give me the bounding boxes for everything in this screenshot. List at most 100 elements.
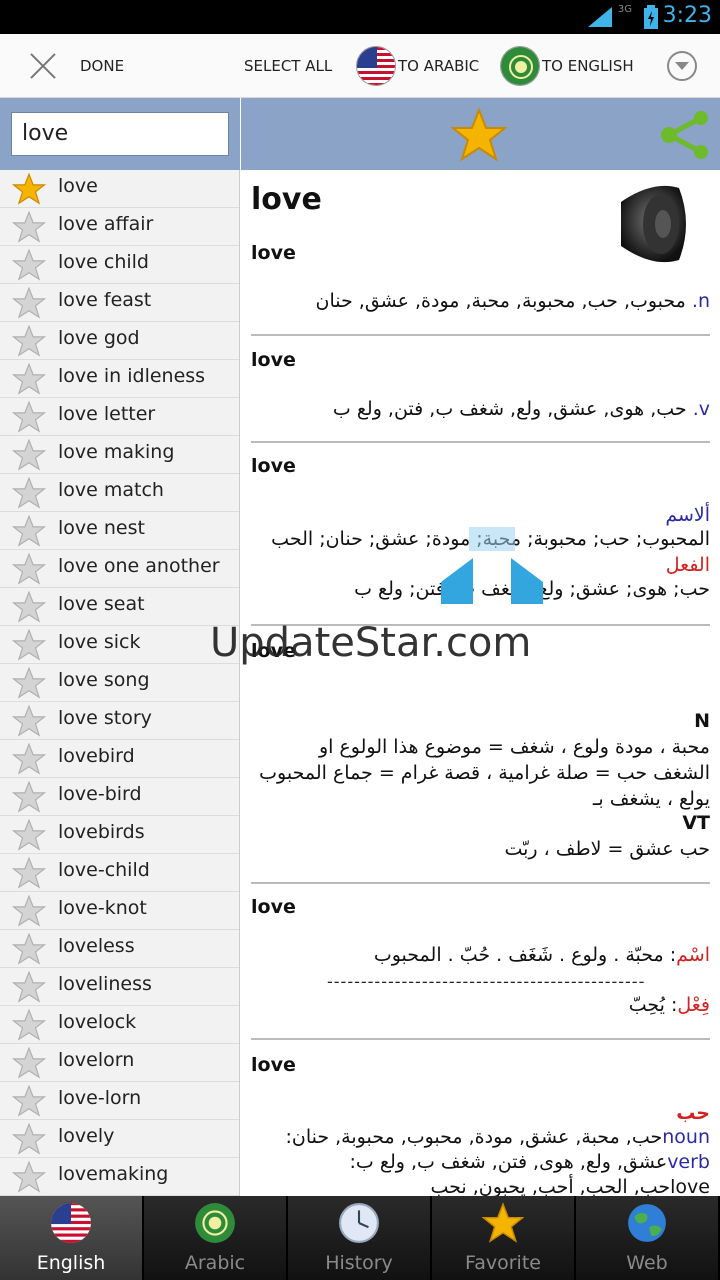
list-item[interactable]: love god bbox=[0, 322, 239, 360]
n-line: يولع ، يشغف بـ bbox=[592, 788, 710, 810]
pos-label: noun bbox=[662, 1126, 710, 1148]
list-item[interactable]: love making bbox=[0, 436, 239, 474]
star-icon[interactable] bbox=[12, 1009, 46, 1041]
n-line: الشغف حب = صلة غرامية ، قصة غرام = جماع … bbox=[259, 762, 710, 784]
definition-content: love love n. محبوب, حب, محبوبة, محبة, مو… bbox=[241, 170, 720, 1196]
list-item[interactable]: love story bbox=[0, 702, 239, 740]
love-text: حب, الحب, أحب, يحبون, نحب bbox=[430, 1176, 671, 1196]
star-icon[interactable] bbox=[12, 667, 46, 699]
tab-label: Arabic bbox=[184, 1252, 246, 1274]
list-item[interactable]: loveliness bbox=[0, 968, 239, 1006]
share-icon[interactable] bbox=[657, 110, 713, 160]
star-icon[interactable] bbox=[12, 477, 46, 509]
list-item[interactable]: love nest bbox=[0, 512, 239, 550]
star-icon[interactable] bbox=[12, 857, 46, 889]
clock: 3:23 bbox=[662, 3, 712, 28]
star-icon[interactable] bbox=[12, 895, 46, 927]
star-icon[interactable] bbox=[12, 591, 46, 623]
select-all-button[interactable]: SELECT ALL bbox=[244, 34, 332, 98]
star-icon[interactable] bbox=[12, 781, 46, 813]
tab-web[interactable]: Web bbox=[576, 1196, 720, 1280]
tab-label: History bbox=[325, 1252, 393, 1274]
list-item[interactable]: love song bbox=[0, 664, 239, 702]
star-icon[interactable] bbox=[12, 1161, 46, 1193]
list-item[interactable]: lovelorn bbox=[0, 1044, 239, 1082]
to-english-label: TO ENGLISH bbox=[542, 57, 634, 75]
star-icon[interactable] bbox=[12, 515, 46, 547]
us-flag-icon bbox=[356, 46, 396, 86]
tab-label: Favorite bbox=[465, 1252, 541, 1274]
tab-arabic[interactable]: Arabic bbox=[144, 1196, 288, 1280]
list-item[interactable]: love bbox=[0, 170, 239, 208]
star-icon[interactable] bbox=[12, 439, 46, 471]
star-icon[interactable] bbox=[12, 325, 46, 357]
list-item[interactable]: lovelock bbox=[0, 1006, 239, 1044]
star-icon[interactable] bbox=[12, 705, 46, 737]
star-icon[interactable] bbox=[12, 933, 46, 965]
to-arabic-button[interactable]: TO ARABIC bbox=[356, 34, 479, 98]
list-item[interactable]: love-child bbox=[0, 854, 239, 892]
star-icon[interactable] bbox=[12, 629, 46, 661]
star-icon[interactable] bbox=[12, 401, 46, 433]
tab-favorite[interactable]: Favorite bbox=[432, 1196, 576, 1280]
star-icon[interactable] bbox=[12, 1085, 46, 1117]
list-item[interactable]: love-lorn bbox=[0, 1082, 239, 1120]
list-item-label: lovelock bbox=[58, 1011, 137, 1033]
text-selection-highlight bbox=[469, 527, 515, 551]
star-icon[interactable] bbox=[12, 1123, 46, 1155]
star-icon[interactable] bbox=[12, 173, 46, 205]
translation-text: حب, هوى, عشق, ولع, شغف ب, فتن, ولع ب bbox=[332, 398, 687, 420]
list-item[interactable]: love-knot bbox=[0, 892, 239, 930]
list-item[interactable]: love letter bbox=[0, 398, 239, 436]
selection-handle-left[interactable] bbox=[437, 558, 473, 604]
verb-label: فِعْل bbox=[677, 994, 710, 1016]
to-english-button[interactable]: TO ENGLISH bbox=[500, 34, 634, 98]
action-bar: DONE SELECT ALL TO ARABIC TO ENGLISH bbox=[0, 34, 720, 98]
globe-icon bbox=[626, 1202, 668, 1244]
list-item[interactable]: love feast bbox=[0, 284, 239, 322]
list-item-label: love child bbox=[58, 251, 149, 273]
search-input[interactable]: love bbox=[11, 112, 229, 156]
list-item[interactable]: love match bbox=[0, 474, 239, 512]
star-icon[interactable] bbox=[12, 287, 46, 319]
list-item[interactable]: love in idleness bbox=[0, 360, 239, 398]
list-item[interactable]: love child bbox=[0, 246, 239, 284]
vt-label: VT bbox=[682, 812, 710, 834]
list-item[interactable]: love-bird bbox=[0, 778, 239, 816]
star-icon[interactable] bbox=[12, 553, 46, 585]
list-item-label: love-bird bbox=[58, 783, 142, 805]
list-item[interactable]: lovebirds bbox=[0, 816, 239, 854]
list-item[interactable]: loveless bbox=[0, 930, 239, 968]
speaker-icon[interactable] bbox=[613, 180, 693, 268]
star-icon[interactable] bbox=[12, 211, 46, 243]
list-item[interactable]: lovebird bbox=[0, 740, 239, 778]
star-icon[interactable] bbox=[12, 819, 46, 851]
star-icon[interactable] bbox=[12, 971, 46, 1003]
noun-line: اسْم: محبّة . ولوع . شَغَف . حُبّ . المح… bbox=[374, 944, 710, 966]
list-item-label: lovemaking bbox=[58, 1163, 169, 1185]
star-icon[interactable] bbox=[12, 743, 46, 775]
star-icon[interactable] bbox=[12, 1047, 46, 1079]
favorite-star-icon[interactable] bbox=[451, 108, 507, 162]
verb-label: الفعل bbox=[665, 554, 710, 576]
list-item[interactable]: love one another bbox=[0, 550, 239, 588]
entry-word: love bbox=[251, 455, 296, 477]
list-item-label: lovebirds bbox=[58, 821, 145, 843]
selection-handle-right[interactable] bbox=[511, 558, 547, 604]
search-panel: love bbox=[0, 98, 240, 170]
translation-text: محبوب, حب, محبوبة, محبة, مودة, عشق, حنان bbox=[315, 290, 686, 312]
tab-english[interactable]: English bbox=[0, 1196, 144, 1280]
done-button[interactable]: DONE bbox=[28, 34, 124, 98]
tab-history[interactable]: History bbox=[288, 1196, 432, 1280]
star-icon[interactable] bbox=[12, 363, 46, 395]
list-item[interactable]: love seat bbox=[0, 588, 239, 626]
list-item[interactable]: love sick bbox=[0, 626, 239, 664]
chevron-down-icon bbox=[667, 51, 697, 81]
star-icon[interactable] bbox=[12, 249, 46, 281]
list-item[interactable]: lovemaking bbox=[0, 1158, 239, 1196]
list-item[interactable]: lovely bbox=[0, 1120, 239, 1158]
list-item-label: love-child bbox=[58, 859, 150, 881]
list-item-label: love seat bbox=[58, 593, 145, 615]
list-item[interactable]: love affair bbox=[0, 208, 239, 246]
overflow-menu-button[interactable] bbox=[667, 34, 697, 98]
